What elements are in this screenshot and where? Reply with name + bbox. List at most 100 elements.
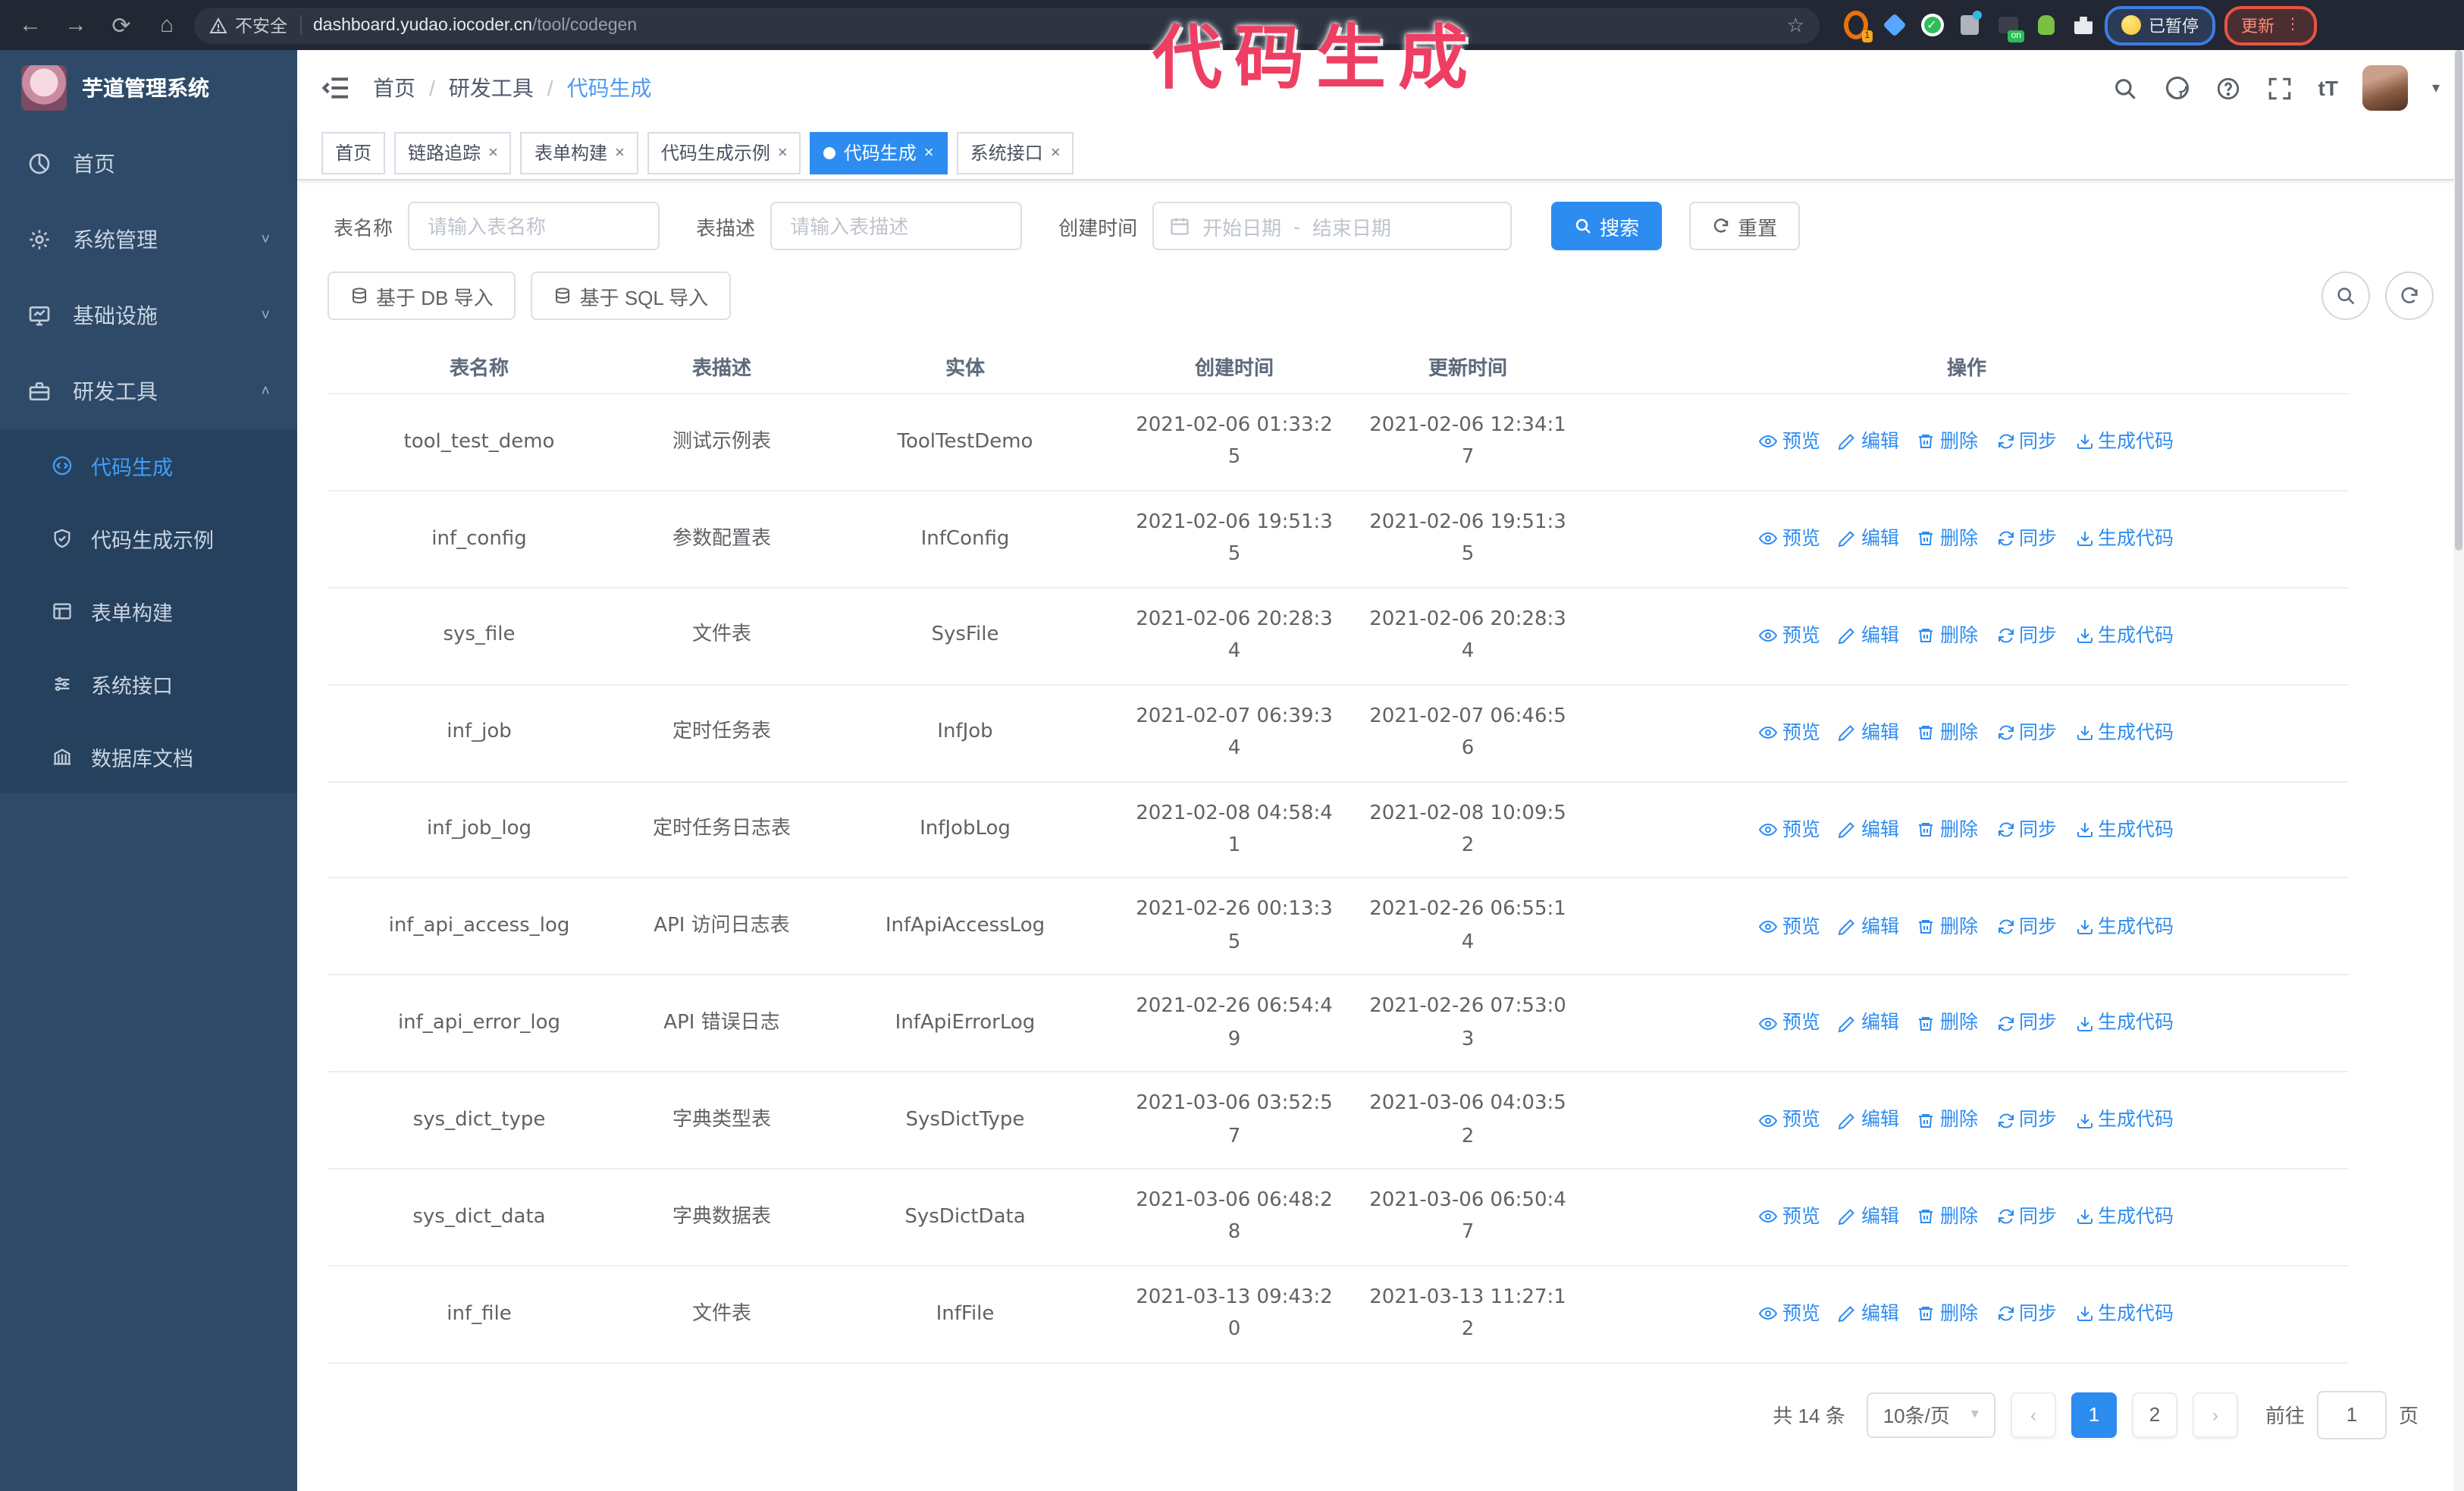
extension-icon-puzzle[interactable] <box>2071 13 2096 37</box>
sync-link[interactable]: 同步 <box>1996 717 2057 749</box>
edit-link[interactable]: 编辑 <box>1839 1008 1899 1039</box>
extension-icon-green-bug[interactable] <box>2033 13 2058 37</box>
delete-link[interactable]: 删除 <box>1917 717 1978 749</box>
preview-link[interactable]: 预览 <box>1759 1105 1820 1136</box>
profile-paused-badge[interactable]: 已暂停 <box>2105 5 2215 45</box>
delete-link[interactable]: 删除 <box>1917 1298 1978 1329</box>
close-icon[interactable]: × <box>778 143 788 162</box>
reset-button[interactable]: 重置 <box>1689 202 1801 250</box>
refresh-table-button[interactable] <box>2385 272 2434 320</box>
page-button-2[interactable]: 2 <box>2131 1392 2177 1438</box>
security-warning[interactable]: 不安全 <box>209 13 287 37</box>
tab-system-api[interactable]: 系统接口 × <box>956 131 1074 174</box>
submenu-item-system-api[interactable]: 系统接口 <box>0 648 297 720</box>
address-bar[interactable]: 不安全 dashboard.yudao.iocoder.cn/tool/code… <box>194 7 1820 43</box>
app-logo-bar[interactable]: 芋道管理系统 <box>0 50 297 126</box>
delete-link[interactable]: 删除 <box>1917 1201 1978 1232</box>
sidebar-item-infra[interactable]: 基础设施 ˅ <box>0 278 297 353</box>
extension-icon-green-check[interactable]: ✓ <box>1920 13 1944 37</box>
date-range-picker[interactable]: 开始日期 - 结束日期 <box>1152 202 1513 250</box>
edit-link[interactable]: 编辑 <box>1839 620 1899 651</box>
browser-forward-icon[interactable]: → <box>58 7 94 43</box>
user-menu-caret-icon[interactable]: ▾ <box>2432 80 2440 96</box>
import-sql-button[interactable]: 基于 SQL 导入 <box>531 272 732 320</box>
sidebar-item-home[interactable]: 首页 <box>0 126 297 202</box>
close-icon[interactable]: × <box>1051 143 1061 162</box>
sync-link[interactable]: 同步 <box>1996 814 2057 845</box>
delete-link[interactable]: 删除 <box>1917 1008 1978 1039</box>
browser-back-icon[interactable]: ← <box>12 7 49 43</box>
preview-link[interactable]: 预览 <box>1759 1298 1820 1329</box>
table-desc-input[interactable] <box>770 202 1023 250</box>
sync-link[interactable]: 同步 <box>1996 1201 2057 1232</box>
tab-home[interactable]: 首页 <box>321 131 386 174</box>
sidebar-item-system[interactable]: 系统管理 ˅ <box>0 202 297 278</box>
sync-link[interactable]: 同步 <box>1996 426 2057 457</box>
submenu-item-db-doc[interactable]: 数据库文档 <box>0 720 297 793</box>
extension-icon-orange[interactable]: 1 <box>1844 11 1873 42</box>
generate-code-link[interactable]: 生成代码 <box>2075 1201 2174 1232</box>
user-avatar[interactable] <box>2362 65 2408 111</box>
table-name-input[interactable] <box>408 202 660 250</box>
github-icon[interactable] <box>2164 74 2191 102</box>
edit-link[interactable]: 编辑 <box>1839 426 1899 457</box>
extension-icon-columns[interactable] <box>1958 10 1982 37</box>
edit-link[interactable]: 编辑 <box>1839 911 1899 942</box>
preview-link[interactable]: 预览 <box>1759 1008 1820 1039</box>
submenu-item-codegen[interactable]: 代码生成 <box>0 429 297 502</box>
submenu-item-codegen-demo[interactable]: 代码生成示例 <box>0 502 297 575</box>
edit-link[interactable]: 编辑 <box>1839 1105 1899 1136</box>
sync-link[interactable]: 同步 <box>1996 1298 2057 1329</box>
page-scrollbar[interactable] <box>2453 50 2464 1491</box>
font-size-icon[interactable]: tT <box>2318 76 2338 100</box>
edit-link[interactable]: 编辑 <box>1839 717 1899 749</box>
generate-code-link[interactable]: 生成代码 <box>2075 523 2174 554</box>
breadcrumb-devtools[interactable]: 研发工具 <box>449 73 534 103</box>
browser-home-icon[interactable]: ⌂ <box>149 7 185 43</box>
sync-link[interactable]: 同步 <box>1996 1008 2057 1039</box>
close-icon[interactable]: × <box>615 143 625 162</box>
sync-link[interactable]: 同步 <box>1996 911 2057 942</box>
delete-link[interactable]: 删除 <box>1917 523 1978 554</box>
sync-link[interactable]: 同步 <box>1996 523 2057 554</box>
preview-link[interactable]: 预览 <box>1759 1201 1820 1232</box>
close-icon[interactable]: × <box>488 143 498 162</box>
generate-code-link[interactable]: 生成代码 <box>2075 620 2174 651</box>
fullscreen-icon[interactable] <box>2267 74 2294 102</box>
date-start-placeholder[interactable]: 开始日期 <box>1202 212 1281 240</box>
import-db-button[interactable]: 基于 DB 导入 <box>328 272 516 320</box>
edit-link[interactable]: 编辑 <box>1839 814 1899 845</box>
tab-tracing[interactable]: 链路追踪 × <box>394 131 512 174</box>
submenu-item-form-builder[interactable]: 表单构建 <box>0 575 297 648</box>
generate-code-link[interactable]: 生成代码 <box>2075 1298 2174 1329</box>
delete-link[interactable]: 删除 <box>1917 620 1978 651</box>
search-icon[interactable] <box>2112 74 2140 102</box>
sync-link[interactable]: 同步 <box>1996 1105 2057 1136</box>
page-size-select[interactable]: 10条/页 ▾ <box>1866 1392 1995 1438</box>
close-icon[interactable]: × <box>924 143 934 162</box>
browser-reload-icon[interactable]: ⟳ <box>103 7 140 43</box>
browser-menu-icon[interactable]: ⋮ <box>2285 17 2300 33</box>
page-button-1[interactable]: 1 <box>2071 1392 2117 1438</box>
delete-link[interactable]: 删除 <box>1917 814 1978 845</box>
preview-link[interactable]: 预览 <box>1759 426 1820 457</box>
sync-link[interactable]: 同步 <box>1996 620 2057 651</box>
tab-form-builder[interactable]: 表单构建 × <box>520 131 638 174</box>
tab-codegen[interactable]: 代码生成 × <box>810 131 948 174</box>
sidebar-item-devtools[interactable]: 研发工具 ˄ <box>0 353 297 429</box>
delete-link[interactable]: 删除 <box>1917 911 1978 942</box>
bookmark-star-icon[interactable]: ☆ <box>1787 13 1804 37</box>
preview-link[interactable]: 预览 <box>1759 620 1820 651</box>
browser-update-button[interactable]: 更新 ⋮ <box>2224 5 2317 45</box>
preview-link[interactable]: 预览 <box>1759 523 1820 554</box>
edit-link[interactable]: 编辑 <box>1839 1201 1899 1232</box>
preview-link[interactable]: 预览 <box>1759 717 1820 749</box>
toggle-search-button[interactable] <box>2321 272 2370 320</box>
prev-page-button[interactable]: ‹ <box>2010 1392 2056 1438</box>
edit-link[interactable]: 编辑 <box>1839 1298 1899 1329</box>
help-icon[interactable] <box>2215 74 2243 102</box>
extension-icon-gem[interactable] <box>1882 13 1906 37</box>
scrollbar-thumb[interactable] <box>2455 50 2462 551</box>
generate-code-link[interactable]: 生成代码 <box>2075 1105 2174 1136</box>
collapse-sidebar-icon[interactable] <box>321 73 352 103</box>
